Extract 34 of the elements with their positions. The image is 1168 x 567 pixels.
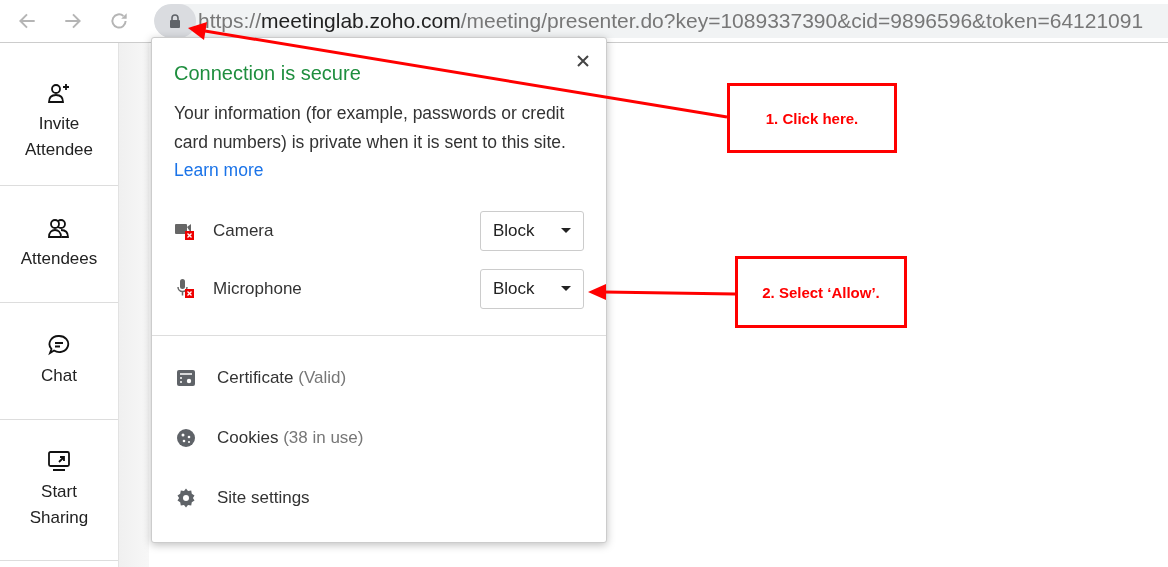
url-host: meetinglab.zoho.com [261,9,461,32]
reload-icon[interactable] [108,10,130,32]
callout-text: 2. Select ‘Allow’. [762,283,880,301]
url-path: /meeting/presenter.do?key=1089337390&cid=9896596&token=64121091 [460,9,1144,32]
url-scheme: https:// [198,9,262,32]
lock-icon [169,14,181,28]
permission-dropdown[interactable]: Block [480,210,584,251]
caret-icon [561,228,571,233]
learn-more-link[interactable]: Learn more [174,160,264,180]
callout-text: 1. Click here. [765,109,859,127]
microphone-blocked-icon [174,278,195,299]
sidebar-item[interactable]: Invite Attendee [0,59,118,186]
gear-icon [176,487,196,508]
chat-bubble-icon [47,333,71,357]
permission-label: Camera [213,220,275,241]
certificate-icon [176,367,196,388]
menu-item[interactable]: Site settings [176,467,584,528]
permission-label: Microphone [213,278,303,299]
cookie-icon [176,427,196,448]
sidebar-item[interactable]: Chat [0,303,118,420]
address-bar[interactable]: https://meetinglab.zoho.com/meeting/presenter.do?key=1089337390&cid=9896596&token=64121091 [154,4,1168,38]
permission-dropdown[interactable]: Block [480,268,584,309]
caret-icon [561,286,571,291]
people-icon [47,216,71,240]
screen-share-icon [47,449,71,473]
menu-item[interactable]: Certificate (Valid) [176,347,584,408]
sidebar-item[interactable]: Start Sharing [0,420,118,561]
lock-button[interactable] [154,4,196,38]
sidebar-item[interactable]: Attendees [0,186,118,303]
menu-item[interactable]: Cookies (38 in use) [176,407,584,468]
popup-title: Connection is secure [174,62,362,85]
invite-person-icon [47,81,71,105]
close-icon[interactable] [576,54,590,68]
security-message: Your information (for example, passwords or credit card numbers) is private when it is sent to this site. Learn more [174,102,567,182]
